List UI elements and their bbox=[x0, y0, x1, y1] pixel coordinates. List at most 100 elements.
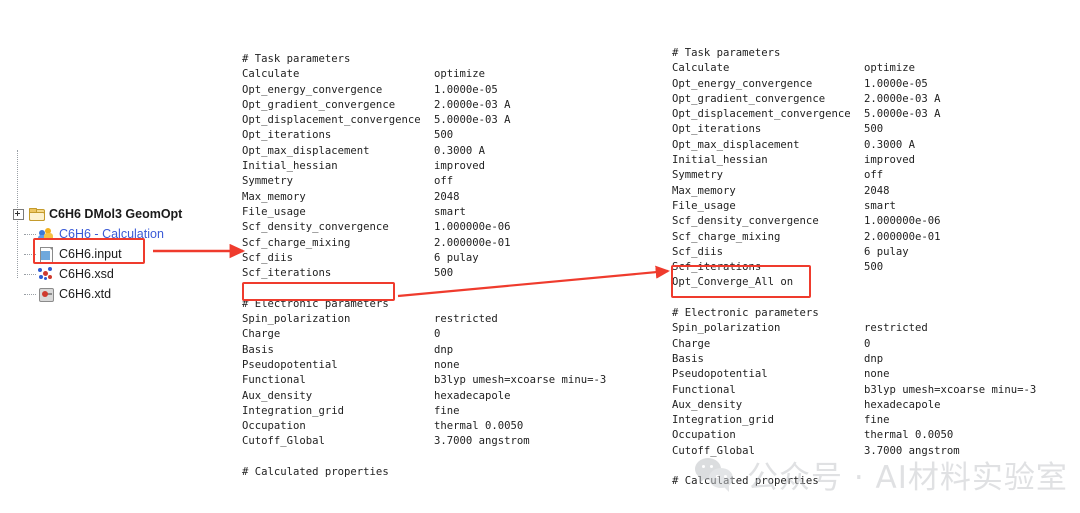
code-line: Aux_density hexadecapole bbox=[242, 389, 606, 404]
code-line-value: 6 pulay bbox=[434, 251, 479, 264]
trajectory-icon bbox=[38, 287, 54, 302]
code-line-value: 2.000000e-01 bbox=[864, 230, 941, 243]
code-line: Basis dnp bbox=[242, 343, 606, 358]
molecule-icon bbox=[38, 267, 54, 281]
code-line-value: 0.3000 A bbox=[864, 138, 916, 151]
code-line-key: # Electronic parameters bbox=[672, 307, 819, 320]
code-line: File_usage smart bbox=[672, 199, 1036, 214]
code-line: Occupation thermal 0.0050 bbox=[672, 428, 1036, 443]
code-line: Opt_max_displacement 0.3000 A bbox=[242, 144, 606, 159]
code-line: Max_memory 2048 bbox=[672, 184, 1036, 199]
code-line-key: Scf_iterations bbox=[242, 267, 332, 280]
code-line-value: 2.000000e-01 bbox=[434, 236, 511, 249]
code-line: # Electronic parameters bbox=[672, 306, 1036, 321]
code-line-key: Calculate bbox=[672, 62, 730, 75]
code-line-key: Basis bbox=[242, 343, 274, 356]
wechat-icon bbox=[695, 456, 739, 494]
code-line: Spin_polarization restricted bbox=[672, 321, 1036, 336]
code-line-key: Functional bbox=[242, 374, 306, 387]
code-line-key: Max_memory bbox=[672, 184, 736, 197]
code-line: Pseudopotential none bbox=[242, 358, 606, 373]
code-line-key: Opt_energy_convergence bbox=[242, 83, 383, 96]
code-line: Opt_iterations 500 bbox=[242, 128, 606, 143]
code-line-value: off bbox=[864, 169, 884, 182]
code-line: Charge 0 bbox=[242, 327, 606, 342]
code-line-value: thermal 0.0050 bbox=[864, 429, 954, 442]
code-line-key: Opt_displacement_convergence bbox=[242, 114, 421, 127]
code-line-key: Symmetry bbox=[242, 175, 294, 188]
code-line: Functional b3lyp umesh=xcoarse minu=-3 bbox=[672, 383, 1036, 398]
code-line-key: Opt_displacement_convergence bbox=[672, 108, 851, 121]
code-line: Integration_grid fine bbox=[672, 413, 1036, 428]
code-line-value: optimize bbox=[864, 62, 916, 75]
code-line: Initial_hessian improved bbox=[242, 159, 606, 174]
tree-root-row[interactable]: C6H6 DMol3 GeomOpt bbox=[13, 204, 182, 224]
code-line-key: Opt_max_displacement bbox=[242, 144, 370, 157]
code-line-value: 1.000000e-06 bbox=[864, 215, 941, 228]
code-line-key: Scf_density_convergence bbox=[242, 221, 389, 234]
code-line: Opt_max_displacement 0.3000 A bbox=[672, 138, 1036, 153]
code-line-value: dnp bbox=[434, 343, 454, 356]
code-line-key: Integration_grid bbox=[672, 414, 775, 427]
tree-item-label: C6H6.xsd bbox=[59, 267, 114, 281]
code-line-value: fine bbox=[864, 414, 890, 427]
tree-root-label: C6H6 DMol3 GeomOpt bbox=[49, 207, 183, 221]
code-line-key: Charge bbox=[242, 328, 281, 341]
code-line-value: 2048 bbox=[434, 190, 460, 203]
code-line: Symmetry off bbox=[672, 168, 1036, 183]
code-line-value: restricted bbox=[434, 313, 498, 326]
tree-item-xsd[interactable]: C6H6.xsd bbox=[24, 264, 114, 284]
code-line-key: Pseudopotential bbox=[672, 368, 768, 381]
code-line: Opt_gradient_convergence 2.0000e-03 A bbox=[672, 92, 1036, 107]
code-line: # Calculated properties bbox=[242, 465, 606, 480]
code-line-value: 0.3000 A bbox=[434, 144, 486, 157]
watermark: 公众号 · AI材料实验室 bbox=[695, 452, 1068, 497]
code-line: Calculate optimize bbox=[672, 61, 1036, 76]
code-line-key: Charge bbox=[672, 337, 711, 350]
highlight-box-insert-point bbox=[242, 282, 395, 301]
code-line-key: Initial_hessian bbox=[672, 154, 768, 167]
code-line: # Task parameters bbox=[672, 46, 1036, 61]
code-line-value: restricted bbox=[864, 322, 928, 335]
code-line-value: 2048 bbox=[864, 184, 890, 197]
code-line: Scf_density_convergence 1.000000e-06 bbox=[672, 214, 1036, 229]
code-line-key: # Task parameters bbox=[242, 53, 351, 65]
code-line-key: Initial_hessian bbox=[242, 160, 338, 173]
code-line-value: off bbox=[434, 175, 454, 188]
code-line: Scf_diis 6 pulay bbox=[672, 245, 1036, 260]
code-line-value: 500 bbox=[434, 267, 454, 280]
code-line: File_usage smart bbox=[242, 205, 606, 220]
watermark-text: 公众号 · AI材料实验室 bbox=[747, 460, 1068, 496]
code-line: Spin_polarization restricted bbox=[242, 312, 606, 327]
code-line: Opt_displacement_convergence 5.0000e-03 A bbox=[242, 113, 606, 128]
code-line-key: Calculate bbox=[242, 68, 300, 81]
code-line-value: hexadecapole bbox=[864, 398, 941, 411]
code-line: Symmetry off bbox=[242, 174, 606, 189]
code-line-value: improved bbox=[864, 154, 916, 167]
code-line-value: 3.7000 angstrom bbox=[434, 435, 530, 448]
tree-item-label: C6H6.xtd bbox=[59, 287, 112, 301]
code-line-value: b3lyp umesh=xcoarse minu=-3 bbox=[864, 383, 1037, 396]
tree-item-xtd[interactable]: C6H6.xtd bbox=[24, 284, 112, 304]
code-line-value: 500 bbox=[864, 123, 884, 136]
code-line-key: Pseudopotential bbox=[242, 358, 338, 371]
code-line-key: Spin_polarization bbox=[242, 313, 351, 326]
code-line: Functional b3lyp umesh=xcoarse minu=-3 bbox=[242, 373, 606, 388]
code-line-value: 500 bbox=[864, 261, 884, 274]
code-line-value: dnp bbox=[864, 352, 884, 365]
code-line-value: smart bbox=[434, 205, 466, 218]
code-line: Scf_diis 6 pulay bbox=[242, 251, 606, 266]
code-line-key: Basis bbox=[672, 352, 704, 365]
code-line-key: Symmetry bbox=[672, 169, 724, 182]
code-line: Cutoff_Global 3.7000 angstrom bbox=[242, 434, 606, 449]
code-line: Aux_density hexadecapole bbox=[672, 398, 1036, 413]
code-line: Opt_gradient_convergence 2.0000e-03 A bbox=[242, 98, 606, 113]
code-line-value: optimize bbox=[434, 68, 486, 81]
collapse-expander-icon[interactable] bbox=[13, 208, 24, 220]
code-line-key: # Calculated properties bbox=[242, 466, 389, 479]
code-line-key: Scf_charge_mixing bbox=[672, 230, 781, 243]
code-line-key: File_usage bbox=[242, 205, 306, 218]
code-line: Opt_iterations 500 bbox=[672, 122, 1036, 137]
code-line-key: Opt_gradient_convergence bbox=[672, 92, 826, 105]
